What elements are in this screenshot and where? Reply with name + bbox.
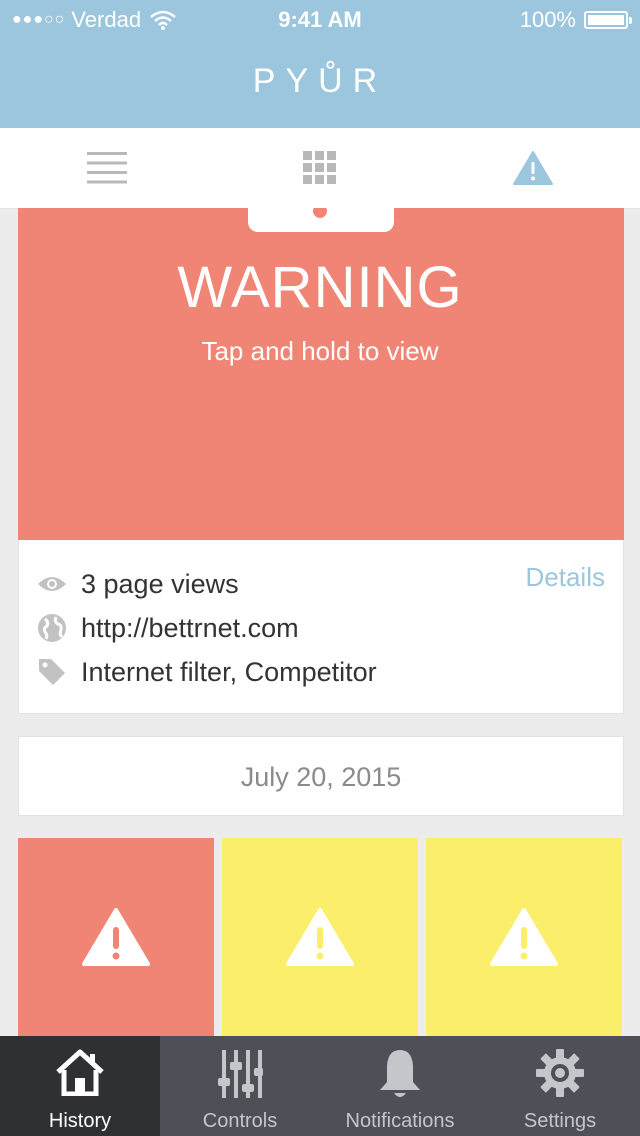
battery-icon xyxy=(584,11,632,29)
warning-title: WARNING xyxy=(177,255,463,320)
eye-icon xyxy=(38,577,66,591)
warning-subtitle: Tap and hold to view xyxy=(201,336,439,366)
warning-tab-notch xyxy=(248,208,394,232)
grid-view-button[interactable] xyxy=(290,148,350,188)
date-header: July 20, 2015 xyxy=(18,736,624,816)
battery-indicator: 100% xyxy=(519,0,632,40)
site-info-card: 3 page views Details http://bettrnet.com… xyxy=(18,540,624,714)
battery-percent: 100% xyxy=(519,7,576,32)
tab-history-label: History xyxy=(48,1110,112,1132)
sliders-icon xyxy=(218,1050,263,1098)
list-view-button[interactable] xyxy=(77,148,137,188)
battery-fill xyxy=(588,15,624,25)
url-text[interactable]: http://bettrnet.com xyxy=(81,613,299,644)
tab-controls-label: Controls xyxy=(202,1110,278,1132)
page-views-text: 3 page views xyxy=(81,568,239,599)
url-row: http://bettrnet.com xyxy=(37,606,299,650)
history-tile-1[interactable] xyxy=(18,838,214,1036)
gear-icon xyxy=(536,1049,584,1097)
grid-icon xyxy=(303,151,336,184)
page-views-row: 3 page views xyxy=(37,562,239,606)
tab-controls[interactable]: Controls xyxy=(160,1036,320,1136)
bell-icon xyxy=(380,1050,420,1097)
tab-bar: History Controls Notifications Settings xyxy=(0,1036,640,1136)
warning-icon xyxy=(82,908,150,966)
history-tile-3[interactable] xyxy=(426,838,622,1036)
tab-notifications-label: Notifications xyxy=(345,1110,455,1132)
tags-text: Internet filter, Competitor xyxy=(81,656,377,687)
status-bar: ●●●○○ Verdad 9:41 AM 100% xyxy=(0,0,640,40)
details-link[interactable]: Details xyxy=(526,562,605,593)
view-switcher xyxy=(0,128,640,209)
warning-icon xyxy=(513,151,553,185)
home-icon xyxy=(56,1049,104,1096)
tab-history[interactable]: History xyxy=(0,1036,160,1136)
warning-icon xyxy=(286,908,354,966)
warning-icon xyxy=(490,908,558,966)
history-tile-2[interactable] xyxy=(222,838,418,1036)
tab-settings-label: Settings xyxy=(523,1110,597,1132)
globe-icon xyxy=(38,614,66,642)
list-icon xyxy=(87,152,127,184)
warning-view-button[interactable] xyxy=(503,148,563,188)
brand-logo: PYŮR xyxy=(252,62,388,100)
tab-notifications[interactable]: Notifications xyxy=(320,1036,480,1136)
tags-row: Internet filter, Competitor xyxy=(37,650,377,694)
tab-settings[interactable]: Settings xyxy=(480,1036,640,1136)
tag-icon xyxy=(39,659,65,685)
